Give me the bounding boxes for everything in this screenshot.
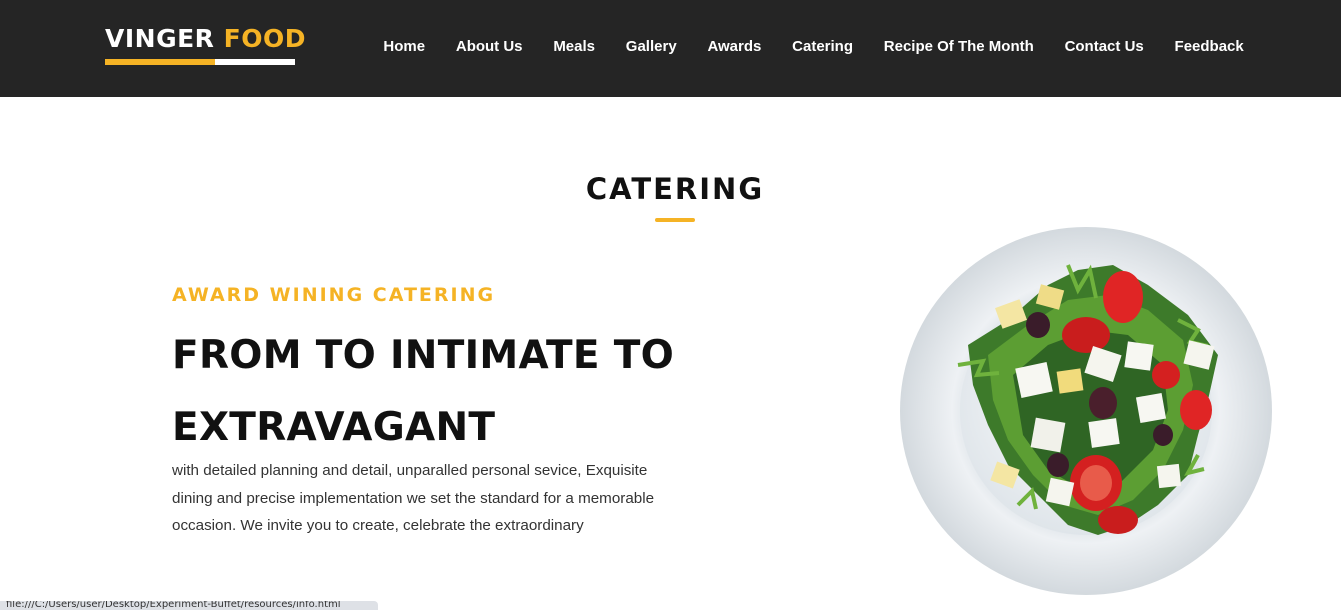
nav-recipe-of-the-month[interactable]: Recipe Of The Month bbox=[868, 38, 1049, 55]
catering-headline: FROM TO INTIMATE TO EXTRAVAGANT bbox=[172, 333, 675, 450]
nav-catering[interactable]: Catering bbox=[777, 38, 869, 55]
catering-description: with detailed planning and detail, unpar… bbox=[172, 462, 655, 534]
browser-status-bar: file:///C:/Users/user/Desktop/Experiment… bbox=[0, 601, 378, 610]
salad-plate-image bbox=[898, 225, 1274, 597]
nav-gallery[interactable]: Gallery bbox=[610, 38, 692, 55]
brand-word-2: FOOD bbox=[223, 24, 306, 53]
nav-feedback[interactable]: Feedback bbox=[1159, 38, 1259, 55]
nav-contact-us[interactable]: Contact Us bbox=[1049, 38, 1159, 55]
brand-underline bbox=[105, 59, 295, 65]
top-navbar: VINGER FOOD Home About Us Meals Gallery … bbox=[0, 0, 1341, 97]
main-nav: Home About Us Meals Gallery Awards Cater… bbox=[368, 33, 1259, 59]
brand-word-1: VINGER bbox=[105, 24, 215, 53]
title-underline bbox=[655, 218, 695, 222]
brand-logo[interactable]: VINGER FOOD bbox=[105, 24, 306, 54]
catering-eyebrow: AWARD WINING CATERING bbox=[172, 284, 496, 306]
nav-about-us[interactable]: About Us bbox=[440, 38, 537, 55]
salad-plate-illustration bbox=[900, 227, 1272, 595]
section-title: CATERING bbox=[585, 172, 765, 206]
status-url: file:///C:/Users/user/Desktop/Experiment… bbox=[6, 601, 341, 610]
nav-home[interactable]: Home bbox=[368, 38, 440, 55]
nav-meals[interactable]: Meals bbox=[538, 38, 610, 55]
nav-awards[interactable]: Awards bbox=[692, 38, 777, 55]
